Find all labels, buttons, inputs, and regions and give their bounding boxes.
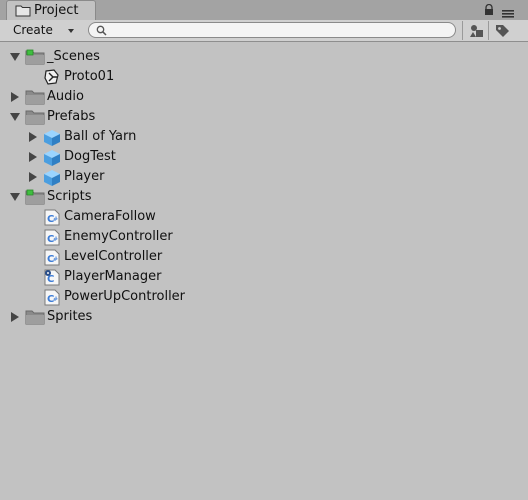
- search-input[interactable]: [88, 22, 456, 38]
- expand-arrow-icon[interactable]: [29, 172, 37, 182]
- expand-arrow-icon[interactable]: [29, 132, 37, 142]
- tree-item-camerafollow[interactable]: C # CameraFollow: [0, 207, 528, 227]
- tree-item-label: PlayerManager: [64, 269, 162, 284]
- tree-item-label: Proto01: [64, 69, 115, 84]
- expand-arrow-icon[interactable]: [11, 312, 19, 322]
- create-dropdown-icon[interactable]: [68, 29, 74, 33]
- lock-icon[interactable]: [483, 3, 495, 20]
- svg-text:#: #: [53, 256, 58, 263]
- tree-item-player[interactable]: Player: [0, 167, 528, 187]
- tree-item-sprites[interactable]: Sprites: [0, 307, 528, 327]
- tab-label: Project: [34, 3, 79, 18]
- tree-item-label: DogTest: [64, 149, 116, 164]
- tree-item-prefabs[interactable]: Prefabs: [0, 107, 528, 127]
- search-icon: [96, 25, 107, 40]
- tree-item-label: LevelController: [64, 249, 163, 264]
- tree-item-label: EnemyController: [64, 229, 173, 244]
- folder-icon: [25, 309, 45, 332]
- project-toolbar: Create: [0, 20, 528, 42]
- collapse-arrow-icon[interactable]: [10, 53, 20, 61]
- tree-item-audio[interactable]: Audio: [0, 87, 528, 107]
- tree-item-levelcontroller[interactable]: C # LevelController: [0, 247, 528, 267]
- tree-item-dogtest[interactable]: DogTest: [0, 147, 528, 167]
- svg-text:#: #: [53, 236, 58, 243]
- expand-arrow-icon[interactable]: [11, 92, 19, 102]
- tree-item-label: PowerUpController: [64, 289, 186, 304]
- create-button[interactable]: Create: [13, 22, 53, 39]
- collapse-arrow-icon[interactable]: [10, 113, 20, 121]
- tree-item-label: _Scenes: [47, 49, 100, 64]
- tree-item-label: Player: [64, 169, 105, 184]
- tree-item-label: CameraFollow: [64, 209, 156, 224]
- window-titlebar: Project: [0, 0, 528, 20]
- expand-arrow-icon[interactable]: [29, 152, 37, 162]
- tree-item-label: Prefabs: [47, 109, 96, 124]
- tree-item-scenes[interactable]: _Scenes: [0, 47, 528, 67]
- tree-item-ball-of-yarn[interactable]: Ball of Yarn: [0, 127, 528, 147]
- tree-item-label: Ball of Yarn: [64, 129, 137, 144]
- create-button-label: Create: [13, 23, 53, 37]
- tree-item-label: Audio: [47, 89, 84, 104]
- tab-project[interactable]: Project: [6, 0, 96, 20]
- svg-text:#: #: [53, 216, 58, 223]
- filter-by-label-button[interactable]: [488, 21, 514, 40]
- tree-item-proto01[interactable]: Proto01: [0, 67, 528, 87]
- tree-item-enemycontroller[interactable]: C # EnemyController: [0, 227, 528, 247]
- collapse-arrow-icon[interactable]: [10, 193, 20, 201]
- tree-item-label: Sprites: [47, 309, 93, 324]
- svg-text:#: #: [53, 296, 58, 303]
- tree-item-label: Scripts: [47, 189, 92, 204]
- filter-by-type-button[interactable]: [462, 21, 488, 40]
- tree-item-scripts[interactable]: Scripts: [0, 187, 528, 207]
- folder-icon: [15, 4, 31, 21]
- tree-item-playermanager[interactable]: C PlayerManager: [0, 267, 528, 287]
- tree-item-powerupcontroller[interactable]: C # PowerUpController: [0, 287, 528, 307]
